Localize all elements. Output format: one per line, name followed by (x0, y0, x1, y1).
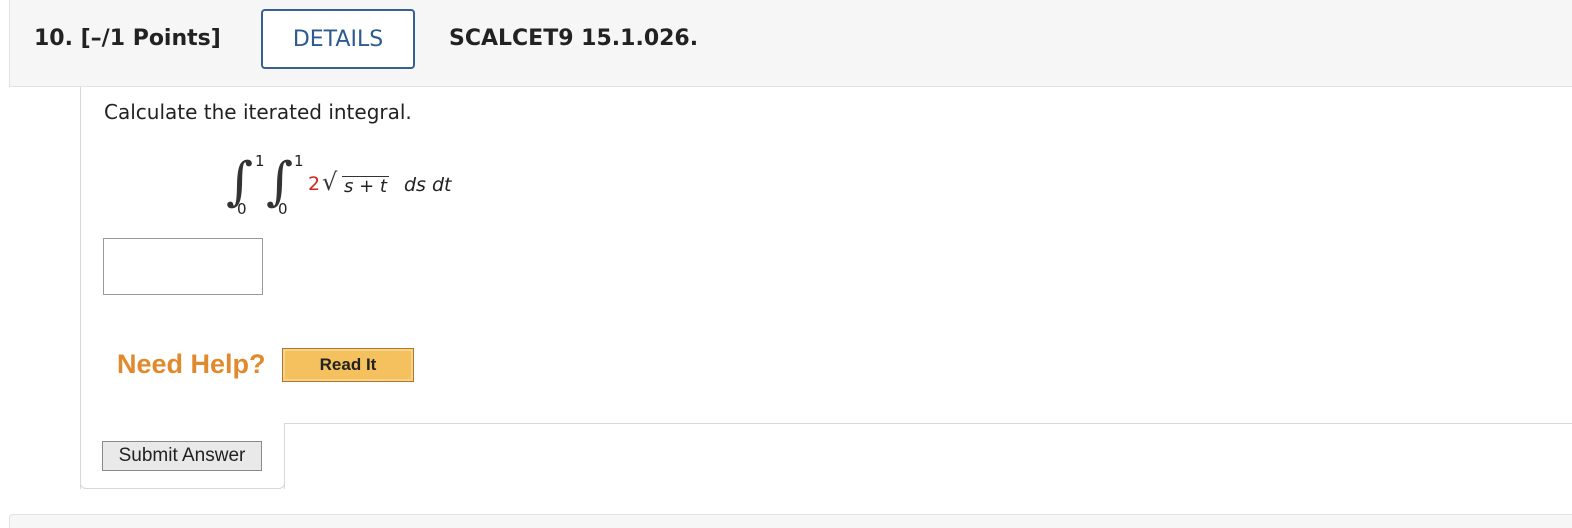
need-help-label: Need Help? (117, 349, 266, 379)
differentials: ds dt (404, 174, 452, 196)
outer-upper-limit: 1 (255, 152, 265, 170)
integrand-radicand: s + t (342, 176, 389, 197)
inner-upper-limit: 1 (294, 152, 304, 170)
inner-lower-limit: 0 (278, 200, 288, 218)
integrand-coefficient: 2 (308, 173, 321, 195)
answer-input[interactable] (103, 238, 263, 295)
question-number: 10. [–/1 Points] (34, 26, 221, 51)
iterated-integral: ∫ 1 0 ∫ 1 0 2 √ s + t ds dt (222, 148, 482, 220)
next-question-header (9, 514, 1572, 528)
question-prompt: Calculate the iterated integral. (104, 100, 412, 124)
outer-lower-limit: 0 (237, 200, 247, 218)
square-root-icon: √ (322, 168, 338, 196)
read-it-button[interactable]: Read It (282, 348, 414, 382)
submit-answer-button[interactable]: Submit Answer (102, 441, 262, 471)
panel-divider (284, 423, 1572, 424)
question-header: 10. [–/1 Points] DETAILS SCALCET9 15.1.0… (9, 0, 1572, 87)
details-button[interactable]: DETAILS (261, 9, 415, 69)
panel-divider-vertical (284, 423, 285, 489)
problem-id: SCALCET9 15.1.026. (449, 26, 699, 51)
